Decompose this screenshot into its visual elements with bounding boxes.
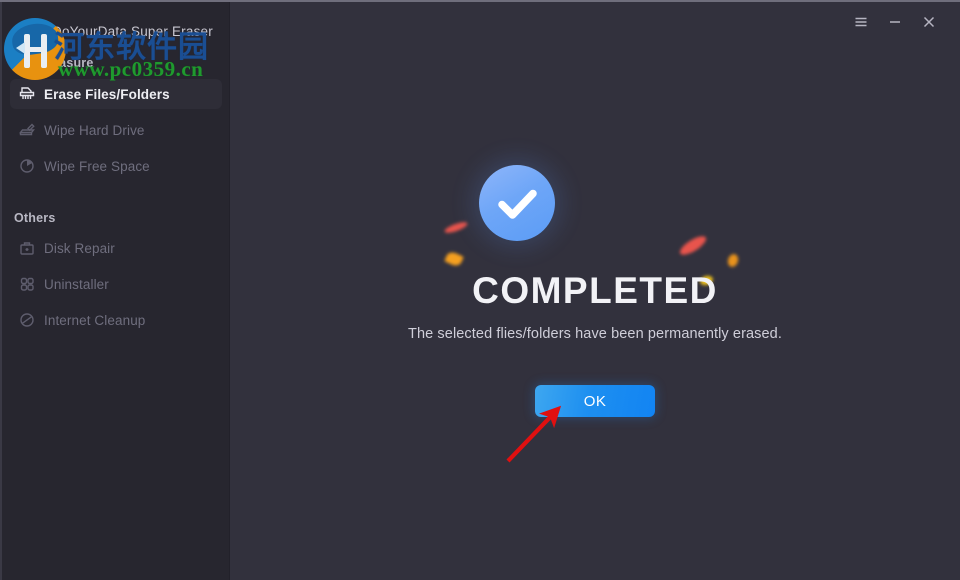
page-title: COMPLETED (472, 270, 718, 311)
sidebar-group-label-data-erasure: Data Erasure (14, 56, 94, 70)
toolbox-icon (10, 237, 44, 259)
sidebar-item-disk-repair[interactable]: Disk Repair (10, 233, 222, 263)
app-title: DoYourData Super Eraser (52, 24, 213, 39)
window-titlebar-controls (820, 2, 960, 42)
hard-drive-wipe-icon (10, 119, 44, 141)
sidebar-item-wipe-hard-drive[interactable]: Wipe Hard Drive (10, 115, 222, 145)
sidebar-item-label: Erase Files/Folders (44, 86, 170, 102)
main-content: COMPLETED The selected flies/folders hav… (230, 2, 960, 580)
close-icon[interactable] (912, 5, 946, 39)
confetti-orange-left (444, 250, 464, 268)
sidebar-item-label: Uninstaller (44, 276, 109, 292)
globe-slash-icon (10, 309, 44, 331)
sidebar-item-erase-files-folders[interactable]: Erase Files/Folders (10, 79, 222, 109)
status-message: The selected flies/folders have been per… (408, 326, 782, 342)
sidebar-item-internet-cleanup[interactable]: Internet Cleanup (10, 305, 222, 335)
ok-button[interactable]: OK (535, 385, 655, 417)
sidebar-item-label: Internet Cleanup (44, 312, 146, 328)
checkmark-circle-icon (479, 165, 555, 241)
sidebar-item-label: Wipe Free Space (44, 158, 150, 174)
hamburger-menu-icon[interactable] (844, 5, 878, 39)
sidebar-item-label: Disk Repair (44, 240, 115, 256)
pie-chart-icon (10, 155, 44, 177)
confetti-red-left (443, 220, 469, 235)
confetti-orange-right (726, 252, 740, 269)
sidebar: DoYourData Super Eraser Data Erasure Era… (0, 2, 230, 580)
grid-squares-icon (10, 273, 44, 295)
minimize-icon[interactable] (878, 5, 912, 39)
application-window: DoYourData Super Eraser Data Erasure Era… (0, 0, 960, 580)
sidebar-item-label: Wipe Hard Drive (44, 122, 145, 138)
sidebar-left-edge (0, 2, 2, 580)
confetti-red-right (677, 232, 709, 259)
shredder-icon (10, 83, 44, 105)
brand-row: DoYourData Super Eraser (0, 12, 230, 42)
sidebar-item-uninstaller[interactable]: Uninstaller (10, 269, 222, 299)
sidebar-group-label-others: Others (14, 211, 56, 225)
sidebar-item-wipe-free-space[interactable]: Wipe Free Space (10, 151, 222, 181)
